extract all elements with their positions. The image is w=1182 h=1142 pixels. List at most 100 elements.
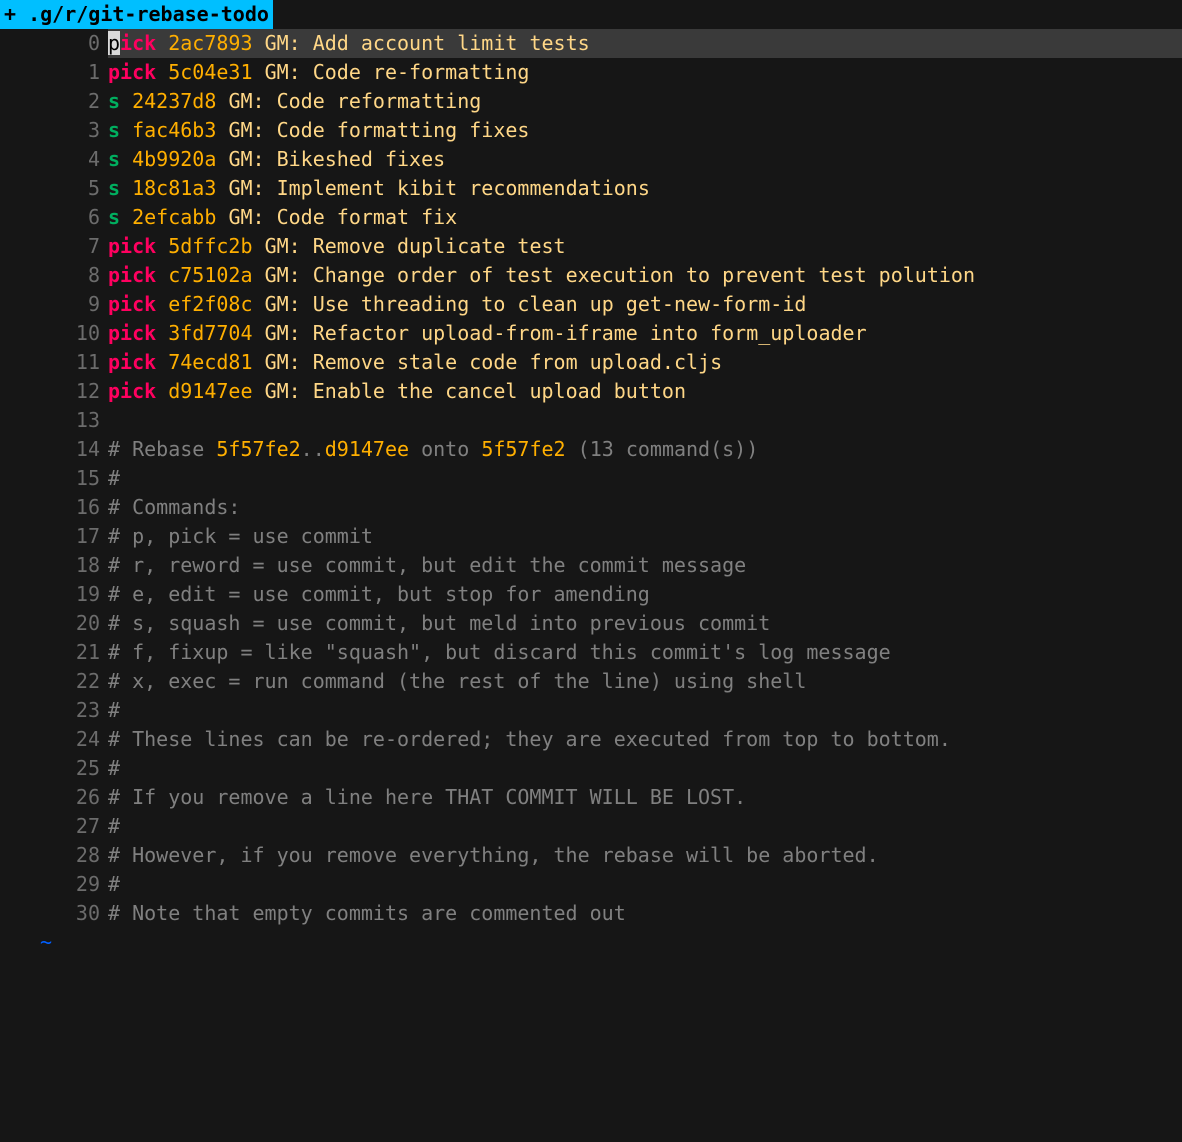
rebase-line-1[interactable]: 1pick 5c04e31 GM: Code re-formatting — [0, 58, 1182, 87]
comment-text: # x, exec = run command (the rest of the… — [108, 667, 1182, 696]
line-number: 27 — [0, 812, 108, 841]
rebase-command: s — [108, 118, 120, 142]
comment-line[interactable]: 28# However, if you remove everything, t… — [0, 841, 1182, 870]
rebase-line-8[interactable]: 8pick c75102a GM: Change order of test e… — [0, 261, 1182, 290]
line-number: 0 — [0, 29, 108, 58]
line-number: 4 — [0, 145, 108, 174]
rebase-ref: 5f57fe2 — [216, 437, 300, 461]
rebase-command: pick — [108, 321, 156, 345]
line-number: 14 — [0, 435, 108, 464]
commit-prefix: GM: — [265, 263, 301, 287]
rebase-line-9[interactable]: 9pick ef2f08c GM: Use threading to clean… — [0, 290, 1182, 319]
rebase-command: pick — [108, 263, 156, 287]
rebase-summary[interactable]: 14# Rebase 5f57fe2..d9147ee onto 5f57fe2… — [0, 435, 1182, 464]
commit-hash: 5dffc2b — [168, 234, 252, 258]
comment-line[interactable]: 15# — [0, 464, 1182, 493]
comment-text: # s, squash = use commit, but meld into … — [108, 609, 1182, 638]
rebase-command: s — [108, 176, 120, 200]
line-number: 13 — [0, 406, 108, 435]
comment-line[interactable]: 20# s, squash = use commit, but meld int… — [0, 609, 1182, 638]
comment-line[interactable]: 24# These lines can be re-ordered; they … — [0, 725, 1182, 754]
rebase-command: pick — [108, 379, 156, 403]
line-number: 5 — [0, 174, 108, 203]
rebase-ref: d9147ee — [325, 437, 409, 461]
commit-message: Code re-formatting — [301, 60, 530, 84]
comment-text: # However, if you remove everything, the… — [108, 841, 1182, 870]
comment-line[interactable]: 29# — [0, 870, 1182, 899]
rebase-line-3[interactable]: 3s fac46b3 GM: Code formatting fixes — [0, 116, 1182, 145]
comment-text: # f, fixup = like "squash", but discard … — [108, 638, 1182, 667]
commit-prefix: GM: — [265, 60, 301, 84]
rebase-line-6[interactable]: 6s 2efcabb GM: Code format fix — [0, 203, 1182, 232]
comment-line[interactable]: 19# e, edit = use commit, but stop for a… — [0, 580, 1182, 609]
commit-prefix: GM: — [228, 118, 264, 142]
commit-hash: 24237d8 — [132, 89, 216, 113]
commit-prefix: GM: — [228, 89, 264, 113]
commit-message: Remove duplicate test — [301, 234, 566, 258]
rebase-ref: 5f57fe2 — [481, 437, 565, 461]
comment-text: # p, pick = use commit — [108, 522, 1182, 551]
rebase-line-4[interactable]: 4s 4b9920a GM: Bikeshed fixes — [0, 145, 1182, 174]
commit-prefix: GM: — [265, 350, 301, 374]
commit-hash: 18c81a3 — [132, 176, 216, 200]
line-number: 20 — [0, 609, 108, 638]
rebase-line-2[interactable]: 2s 24237d8 GM: Code reformatting — [0, 87, 1182, 116]
rebase-line-12[interactable]: 12pick d9147ee GM: Enable the cancel upl… — [0, 377, 1182, 406]
commit-message: Refactor upload-from-iframe into form_up… — [301, 321, 867, 345]
rebase-line-0[interactable]: 0pick 2ac7893 GM: Add account limit test… — [0, 29, 1182, 58]
commit-message: Code reformatting — [265, 89, 482, 113]
blank-line[interactable]: 13 — [0, 406, 1182, 435]
commit-hash: 5c04e31 — [168, 60, 252, 84]
comment-line[interactable]: 26# If you remove a line here THAT COMMI… — [0, 783, 1182, 812]
comment-line[interactable]: 30# Note that empty commits are commente… — [0, 899, 1182, 928]
commit-prefix: GM: — [265, 292, 301, 316]
commit-message: Change order of test execution to preven… — [301, 263, 975, 287]
line-number: 26 — [0, 783, 108, 812]
commit-prefix: GM: — [265, 321, 301, 345]
comment-line[interactable]: 16# Commands: — [0, 493, 1182, 522]
comment-text: # If you remove a line here THAT COMMIT … — [108, 783, 1182, 812]
commit-message: Implement kibit recommendations — [265, 176, 650, 200]
rebase-command: ick — [120, 31, 156, 55]
comment-text: # — [108, 870, 1182, 899]
rebase-line-11[interactable]: 11pick 74ecd81 GM: Remove stale code fro… — [0, 348, 1182, 377]
line-number: 21 — [0, 638, 108, 667]
commit-hash: 2ac7893 — [168, 31, 252, 55]
comment-line[interactable]: 23# — [0, 696, 1182, 725]
commit-prefix: GM: — [265, 234, 301, 258]
line-number: 6 — [0, 203, 108, 232]
cursor: p — [108, 31, 120, 55]
line-number: 15 — [0, 464, 108, 493]
line-number: 29 — [0, 870, 108, 899]
commit-message: Add account limit tests — [301, 31, 590, 55]
rebase-line-10[interactable]: 10pick 3fd7704 GM: Refactor upload-from-… — [0, 319, 1182, 348]
line-number: 23 — [0, 696, 108, 725]
commit-hash: fac46b3 — [132, 118, 216, 142]
rebase-line-5[interactable]: 5s 18c81a3 GM: Implement kibit recommend… — [0, 174, 1182, 203]
editor-buffer[interactable]: 0pick 2ac7893 GM: Add account limit test… — [0, 29, 1182, 957]
comment-text: # e, edit = use commit, but stop for ame… — [108, 580, 1182, 609]
commit-prefix: GM: — [228, 176, 264, 200]
line-number: 9 — [0, 290, 108, 319]
comment-text: # — [108, 812, 1182, 841]
line-number: 30 — [0, 899, 108, 928]
end-of-buffer-tilde: ~ — [0, 928, 1182, 957]
rebase-line-7[interactable]: 7pick 5dffc2b GM: Remove duplicate test — [0, 232, 1182, 261]
comment-line[interactable]: 22# x, exec = run command (the rest of t… — [0, 667, 1182, 696]
commit-message: Code format fix — [265, 205, 458, 229]
commit-hash: 4b9920a — [132, 147, 216, 171]
commit-message: Use threading to clean up get-new-form-i… — [301, 292, 807, 316]
comment-line[interactable]: 18# r, reword = use commit, but edit the… — [0, 551, 1182, 580]
line-number: 16 — [0, 493, 108, 522]
commit-hash: c75102a — [168, 263, 252, 287]
commit-hash: ef2f08c — [168, 292, 252, 316]
line-number: 3 — [0, 116, 108, 145]
line-number: 1 — [0, 58, 108, 87]
line-number: 11 — [0, 348, 108, 377]
line-number: 18 — [0, 551, 108, 580]
comment-line[interactable]: 17# p, pick = use commit — [0, 522, 1182, 551]
comment-text: # — [108, 464, 1182, 493]
comment-line[interactable]: 25# — [0, 754, 1182, 783]
comment-line[interactable]: 21# f, fixup = like "squash", but discar… — [0, 638, 1182, 667]
comment-line[interactable]: 27# — [0, 812, 1182, 841]
